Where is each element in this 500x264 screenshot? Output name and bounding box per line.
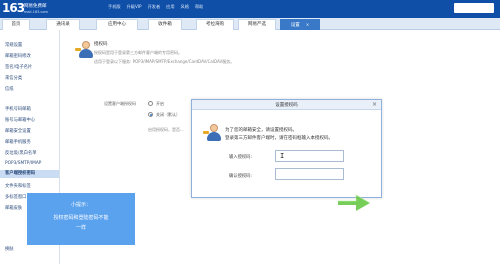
auth-code-dialog: 设置授权码 × 为了您的邮箱安全，请设置授权码。 登录第三方邮件客户端时，请在密… [191, 99, 382, 198]
sidebar-item-multitab[interactable]: 多标签窗口 [5, 194, 26, 200]
sidebar-item-mobile-mail[interactable]: 手机号码邮箱 [5, 106, 31, 112]
close-icon[interactable]: × [372, 101, 377, 108]
sidebar-item-filter[interactable]: 来信分类 [5, 75, 22, 81]
tab-home[interactable]: 首页 [2, 19, 30, 30]
sidebar-item-auth-code[interactable]: 客户端授权密码 [0, 170, 59, 178]
key-icon [75, 48, 81, 51]
section-title: 授权码 [94, 42, 108, 47]
tip-title: 小提示： [70, 202, 91, 208]
top-link[interactable]: 升级VIP [127, 4, 142, 10]
sidebar-item-security[interactable]: 邮箱安全设置 [5, 128, 31, 134]
top-link[interactable]: 帮助 [195, 4, 203, 10]
sidebar-item-account-center[interactable]: 账号与邮箱中心 [5, 117, 35, 123]
tab-settings-label: 设置 [290, 23, 300, 28]
user-key-icon [203, 124, 222, 142]
tip-text: 授权密码和登陆密码不能 [53, 215, 109, 221]
dialog-message: 为了您的邮箱安全，请设置授权码。 [225, 128, 297, 133]
dialog-title: 设置授权码 [275, 103, 298, 108]
tab-app-center[interactable]: 应用中心 [96, 19, 138, 30]
auth-code-confirm-input[interactable] [275, 168, 344, 180]
sidebar-item-stationery[interactable]: 信纸 [5, 86, 14, 92]
top-links: 手机版 升级VIP 开发者 应用 风格 帮助 [108, 4, 203, 10]
tab-bar: 首页 通讯录 应用中心 收件箱 考拉海购 网易严选 设置 × [0, 18, 500, 30]
sidebar-item-general[interactable]: 常规设置 [5, 42, 22, 48]
field-label-confirm: 确认授权码: [229, 174, 252, 179]
sidebar-item-folders[interactable]: 文件夹和标签 [5, 183, 31, 189]
radio-enable[interactable] [148, 101, 153, 106]
logo[interactable]: 163 网易免费邮 mail.163.com [2, 1, 54, 17]
logo-text: 网易免费邮 [24, 4, 47, 9]
sidebar-item-theme[interactable]: 换肤 [5, 246, 14, 252]
logo-number: 163 [2, 1, 25, 15]
sidebar-item-signature[interactable]: 签名/电子名片 [5, 64, 32, 70]
tip-text-2: 一样 [75, 225, 86, 231]
section-description: 授权码是用于登录第三方邮件客户端的专用密码。 [94, 50, 182, 55]
tab-yanxuan[interactable]: 网易严选 [238, 19, 276, 30]
dialog-header: 设置授权码 × [192, 100, 381, 110]
sidebar-item-antispam[interactable]: 反垃圾/黑白名单 [5, 150, 37, 156]
radio-disable-label: 关闭（默认） [156, 112, 180, 117]
option-note: 启用授权码，是否... [148, 127, 184, 132]
section-description-2: 适用于登录以下服务: POP3/IMAP/SMTP/Exchange/CardD… [94, 59, 235, 64]
auth-user-icon [75, 41, 94, 59]
pointer-arrow-icon [338, 194, 371, 211]
sidebar-item-password[interactable]: 邮箱密码修改 [5, 53, 31, 59]
field-label-enter: 输入授权码: [229, 155, 252, 160]
radio-enable-label: 开启 [156, 101, 164, 106]
radio-disable[interactable] [148, 112, 153, 117]
dialog-message-2: 登录第三方邮件客户端时，请在密码框输入本授权码。 [225, 136, 333, 141]
close-icon[interactable]: × [306, 22, 309, 27]
top-link[interactable]: 开发者 [148, 4, 161, 10]
text-cursor: I [280, 152, 285, 160]
tip-box: 小提示： 授权密码和登陆密码不能 一样 [27, 193, 135, 245]
tab-contacts[interactable]: 通讯录 [46, 19, 80, 30]
logo-subtext: mail.163.com [24, 10, 48, 14]
top-bar: 163 网易免费邮 mail.163.com 手机版 升级VIP 开发者 应用 … [0, 0, 500, 18]
sidebar-item-skin[interactable]: 邮箱皮肤 [5, 205, 22, 211]
search-box[interactable] [454, 3, 494, 13]
top-link[interactable]: 手机版 [108, 4, 121, 10]
top-link[interactable]: 风格 [181, 4, 189, 10]
sidebar-item-pop3[interactable]: POP3/SMTP/IMAP [5, 161, 41, 166]
key-icon [203, 131, 209, 134]
tab-kaola[interactable]: 考拉海购 [196, 19, 234, 30]
tab-settings[interactable]: 设置 × [280, 19, 320, 30]
tab-inbox[interactable]: 收件箱 [148, 19, 182, 30]
top-link[interactable]: 应用 [166, 4, 174, 10]
option-label: 设置客户端授权码 [104, 101, 136, 106]
sidebar-item-mobile-service[interactable]: 邮箱手机服务 [5, 139, 31, 145]
auth-code-input[interactable]: I [275, 150, 344, 162]
